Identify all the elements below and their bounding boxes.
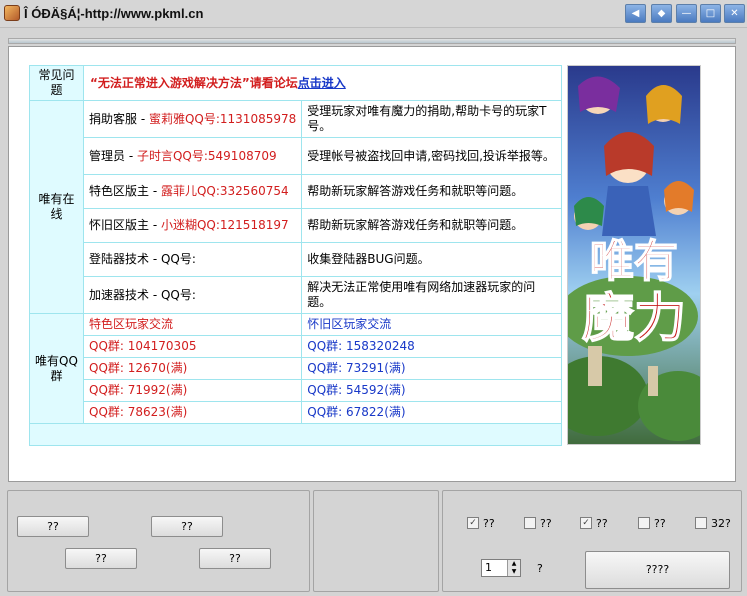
staff-row-4: 怀旧区版主 - 小迷糊QQ:121518197	[82, 208, 303, 243]
poster-title-top: 唯有	[590, 236, 678, 287]
content-header-strip	[8, 38, 736, 44]
action-button-1[interactable]: ??	[17, 516, 89, 537]
close-button[interactable]: ✕	[724, 4, 745, 23]
staff-desc: 帮助新玩家解答游戏任务和就职等问题。	[301, 174, 562, 209]
role-label: 怀旧区版主 -	[89, 218, 161, 232]
app-icon	[4, 5, 20, 21]
count-spinner[interactable]: 1 ▲ ▼	[481, 559, 521, 577]
forum-link[interactable]: 点击进入	[298, 76, 346, 90]
qq-group-item: QQ群: 67822(满)	[301, 401, 562, 424]
qq-group-item: QQ群: 78623(满)	[82, 401, 303, 424]
contact-qq: 小迷糊QQ:121518197	[160, 218, 289, 232]
staff-desc: 收集登陆器BUG问题。	[301, 242, 562, 277]
qq-group-item: QQ群: 73291(满)	[301, 357, 562, 380]
back-icon[interactable]: ◀	[625, 4, 646, 23]
checkbox-2-label: ??	[540, 517, 552, 530]
contact-qq: 露菲儿QQ:332560754	[160, 184, 289, 198]
info-table: 常见问题 “无法正常进入游戏解决方法”请看论坛点击进入 唯有在线 捐助客服 - …	[29, 65, 562, 446]
staff-row-2: 管理员 - 子时言QQ号:549108709	[82, 137, 303, 175]
qq-group-item: QQ群: 54592(满)	[301, 379, 562, 402]
staff-row-6: 加速器技术 - QQ号:	[82, 276, 303, 314]
qq-group-item: QQ群: 12670(满)	[82, 357, 303, 380]
staff-row-3: 特色区版主 - 露菲儿QQ:332560754	[82, 174, 303, 209]
info-panel: 常见问题 “无法正常进入游戏解决方法”请看论坛点击进入 唯有在线 捐助客服 - …	[8, 46, 736, 482]
staff-desc: 受理玩家对唯有魔力的捐助,帮助卡号的玩家T号。	[301, 100, 562, 138]
contact-qq: 蜜莉雅QQ号:1131085978	[148, 111, 297, 126]
table-footer	[29, 423, 562, 446]
left-group-title: 特色区玩家交流	[82, 313, 303, 336]
middle-control-panel	[313, 490, 439, 592]
spinner-value: 1	[485, 561, 492, 574]
online-label: 唯有在线	[29, 100, 84, 314]
poster-art: 唯有 魔力	[568, 66, 700, 444]
qq-group-label: 唯有QQ群	[29, 313, 84, 424]
role-label: 管理员 -	[89, 148, 137, 163]
minimize-button[interactable]: —	[676, 4, 697, 23]
start-button[interactable]: ????	[585, 551, 730, 589]
checkbox-4-label: ??	[654, 517, 666, 530]
staff-desc: 受理帐号被盗找回申请,密码找回,投诉举报等。	[301, 137, 562, 175]
qq-group-item: QQ群: 104170305	[82, 335, 303, 358]
window-title: Î ÓÐÄ§Á¦-http://www.pkml.cn	[24, 6, 204, 21]
checkbox-2[interactable]	[524, 517, 536, 529]
checkbox-5[interactable]	[695, 517, 707, 529]
notice-row: “无法正常进入游戏解决方法”请看论坛点击进入	[83, 65, 562, 101]
left-control-panel	[7, 490, 310, 592]
staff-row-1: 捐助客服 - 蜜莉雅QQ号:1131085978	[82, 100, 303, 138]
checkbox-5-label: 32?	[711, 517, 731, 530]
role-label: 特色区版主 -	[89, 184, 161, 198]
checkbox-3-label: ??	[596, 517, 608, 530]
spinner-label: ?	[537, 562, 543, 575]
staff-row-5: 登陆器技术 - QQ号:	[82, 242, 303, 277]
right-group-title: 怀旧区玩家交流	[301, 313, 562, 336]
spinner-arrows-icon[interactable]: ▲ ▼	[507, 560, 520, 576]
checkbox-4[interactable]	[638, 517, 650, 529]
checkbox-3[interactable]: ✓	[580, 517, 592, 529]
staff-desc: 帮助新玩家解答游戏任务和就职等问题。	[301, 208, 562, 243]
notice-text: “无法正常进入游戏解决方法”请看论坛	[90, 75, 298, 90]
poster-title-bottom: 魔力	[582, 288, 686, 349]
faq-label: 常见问题	[29, 65, 84, 101]
action-button-3[interactable]: ??	[65, 548, 137, 569]
title-bar: Î ÓÐÄ§Á¦-http://www.pkml.cn ◀ ◆ — □ ✕	[0, 0, 747, 28]
resize-icon[interactable]: ◆	[651, 4, 672, 23]
qq-group-item: QQ群: 71992(满)	[82, 379, 303, 402]
game-poster: 唯有 魔力	[567, 65, 701, 445]
maximize-button[interactable]: □	[700, 4, 721, 23]
checkbox-1[interactable]: ✓	[467, 517, 479, 529]
role-label: 捐助客服 -	[89, 111, 149, 126]
staff-desc: 解决无法正常使用唯有网络加速器玩家的问题。	[301, 276, 562, 314]
contact-qq: 子时言QQ号:549108709	[136, 148, 277, 163]
qq-group-item: QQ群: 158320248	[301, 335, 562, 358]
action-button-2[interactable]: ??	[151, 516, 223, 537]
role-label: 登陆器技术 - QQ号:	[89, 252, 196, 266]
checkbox-1-label: ??	[483, 517, 495, 530]
role-label: 加速器技术 - QQ号:	[89, 287, 196, 302]
action-button-4[interactable]: ??	[199, 548, 271, 569]
